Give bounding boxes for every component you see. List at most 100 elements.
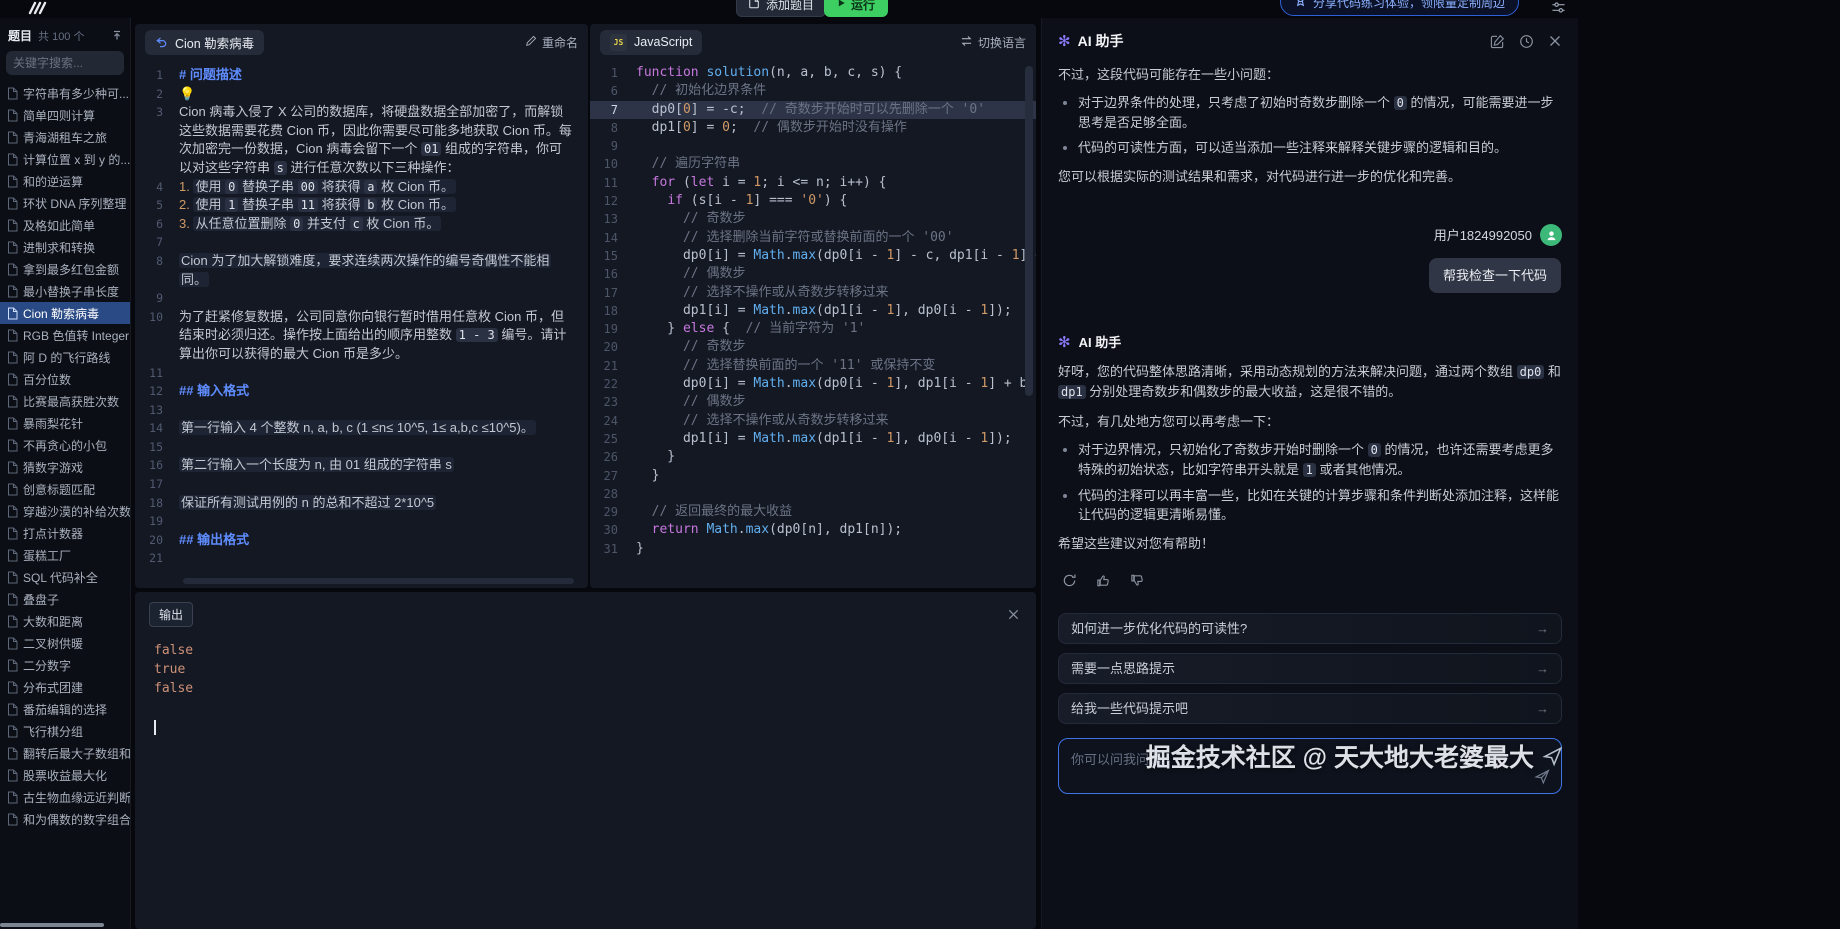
problem-horizontal-scrollbar[interactable] (183, 578, 574, 584)
sidebar-item[interactable]: 简单四则计算 (0, 104, 130, 126)
sidebar-item[interactable]: 和为偶数的数字组合 (0, 808, 130, 830)
sidebar-item[interactable]: 分布式团建 (0, 676, 130, 698)
problem-markdown-editor[interactable]: 1# 问题描述2💡3Cion 病毒入侵了 X 公司的数据库，将硬盘数据全部加密了… (135, 64, 584, 576)
code-line: 31} (590, 540, 1036, 558)
code-editor-panel: JS JavaScript 切换语言 1function solution(n,… (590, 24, 1036, 588)
output-tab[interactable]: 输出 (149, 602, 193, 627)
sidebar-item[interactable]: 进制求和转换 (0, 236, 130, 258)
code-editor[interactable]: 1function solution(n, a, b, c, s) {6💡 //… (590, 64, 1036, 588)
close-icon[interactable] (1548, 34, 1562, 49)
sidebar-item[interactable]: SQL 代码补全 (0, 566, 130, 588)
sidebar-item[interactable]: 番茄编辑的选择 (0, 698, 130, 720)
run-button[interactable]: 运行 (824, 0, 888, 17)
output-header: 输出 (135, 592, 1036, 633)
assistant-name: AI 助手 (1079, 333, 1122, 352)
sidebar-item[interactable]: 最小替换子串长度 (0, 280, 130, 302)
search-input[interactable] (13, 56, 117, 70)
thumbs-down-icon[interactable] (1126, 569, 1148, 591)
suggestion-chip[interactable]: 需要一点思路提示 → (1058, 653, 1562, 684)
sidebar-item[interactable]: 及格如此简单 (0, 214, 130, 236)
sidebar-item[interactable]: 穿越沙漠的补给次数 (0, 500, 130, 522)
sidebar-item[interactable]: 古生物血缘远近判断 (0, 786, 130, 808)
suggestion-chip[interactable]: 如何进一步优化代码的可读性? → (1058, 613, 1562, 644)
sidebar-item[interactable]: RGB 色值转 Integer (0, 324, 130, 346)
sidebar-item-label: 二叉树供暖 (23, 635, 83, 652)
sidebar-item[interactable]: 叠盘子 (0, 588, 130, 610)
sidebar-item[interactable]: 猜数字游戏 (0, 456, 130, 478)
settings-sliders-icon[interactable] (1551, 0, 1566, 20)
problem-tab[interactable]: Cion 勒索病毒 (145, 30, 264, 55)
bullet-item: 对于边界情况，只初始化了奇数步开始时删除一个 0 的情况，也许还需要考虑更多特殊… (1078, 440, 1562, 480)
line-number: 13 (590, 210, 636, 228)
sidebar-item[interactable]: 青海湖租车之旅 (0, 126, 130, 148)
rename-button[interactable]: 重命名 (525, 34, 578, 51)
sidebar-item[interactable]: 二叉树供暖 (0, 632, 130, 654)
sidebar-item-active[interactable]: Cion 勒索病毒 (0, 302, 130, 324)
send-icon[interactable] (1534, 768, 1551, 785)
thumbs-up-icon[interactable] (1092, 569, 1114, 591)
document-icon (7, 439, 18, 452)
sidebar-item-label: 进制求和转换 (23, 239, 95, 256)
sidebar-item[interactable]: 翻转后最大子数组和 (0, 742, 130, 764)
editor-scrollbar[interactable] (1025, 66, 1033, 396)
sidebar-scrollbar[interactable] (0, 923, 104, 927)
regenerate-icon[interactable] (1058, 569, 1080, 591)
output-lines: falsetruefalse (135, 633, 1036, 698)
message-bullets: 对于边界情况，只初始化了奇数步开始时删除一个 0 的情况，也许还需要考虑更多特殊… (1058, 440, 1562, 524)
document-icon (7, 175, 18, 188)
message-actions (1058, 569, 1562, 591)
sidebar-item[interactable]: 阿 D 的飞行路线 (0, 346, 130, 368)
suggestion-chip[interactable]: 给我一些代码提示吧 → (1058, 693, 1562, 724)
sidebar-item[interactable]: 比赛最高获胜次数 (0, 390, 130, 412)
line-number: 18 (590, 302, 636, 320)
share-campaign-button[interactable]: 分享代码练习体验，领限量定制周边 (1280, 0, 1519, 16)
line-number: 16 (590, 265, 636, 283)
language-tab[interactable]: JS JavaScript (600, 30, 702, 55)
sidebar-item[interactable]: 暴雨梨花针 (0, 412, 130, 434)
document-icon (7, 593, 18, 606)
sidebar-item[interactable]: 百分位数 (0, 368, 130, 390)
sidebar-item[interactable]: 环状 DNA 序列整理 (0, 192, 130, 214)
sidebar-item[interactable]: 拿到最多红包金额 (0, 258, 130, 280)
sidebar-item[interactable]: 飞行棋分组 (0, 720, 130, 742)
play-icon (837, 0, 846, 11)
document-icon (7, 395, 18, 408)
code-line: 28 (590, 485, 1036, 503)
code-line: 9 (590, 137, 1036, 155)
sidebar-item-label: 股票收益最大化 (23, 767, 107, 784)
close-icon[interactable] (1007, 608, 1020, 621)
document-icon (7, 219, 18, 232)
chat-input[interactable] (1059, 739, 1561, 793)
sidebar-item[interactable]: 计算位置 x 到 y 的... (0, 148, 130, 170)
document-icon (7, 637, 18, 650)
sidebar-item-label: 百分位数 (23, 371, 71, 388)
rename-label: 重命名 (542, 34, 578, 51)
code-line: 16 // 偶数步 (590, 265, 1036, 283)
line-number: 14 (590, 229, 636, 247)
user-name: 用户1824992050 (1434, 226, 1532, 245)
line-number: 12 (590, 192, 636, 210)
sidebar-item[interactable]: 不再贪心的小包 (0, 434, 130, 456)
sidebar-item[interactable]: 股票收益最大化 (0, 764, 130, 786)
line-number: 6 (590, 82, 636, 100)
sidebar-item[interactable]: 创意标题匹配 (0, 478, 130, 500)
switch-language-button[interactable]: 切换语言 (960, 34, 1026, 51)
line-number: 22 (590, 375, 636, 393)
document-icon (7, 747, 18, 760)
sidebar-item-label: 计算位置 x 到 y 的... (23, 151, 130, 168)
sidebar-item[interactable]: 和的逆运算 (0, 170, 130, 192)
sidebar-item[interactable]: 二分数字 (0, 654, 130, 676)
line-number: 31 (590, 540, 636, 558)
new-chat-icon[interactable] (1490, 34, 1505, 49)
line-number: 30 (590, 521, 636, 539)
collapse-sidebar-icon[interactable] (112, 30, 122, 41)
ai-assistant-panel: ✻ AI 助手 不过，这段代码可能存在一些小问题： 对于边界条件的处理，只考虑了… (1041, 18, 1578, 929)
sidebar-item[interactable]: 打点计数器 (0, 522, 130, 544)
add-problem-button[interactable]: 添加题目 (736, 0, 826, 17)
sidebar-item[interactable]: 蛋糕工厂 (0, 544, 130, 566)
code-line: 23 // 偶数步 (590, 393, 1036, 411)
sidebar-item[interactable]: 大数和距离 (0, 610, 130, 632)
history-icon[interactable] (1519, 34, 1534, 49)
output-line: false (154, 679, 1036, 698)
sidebar-item[interactable]: 字符串有多少种可... (0, 82, 130, 104)
